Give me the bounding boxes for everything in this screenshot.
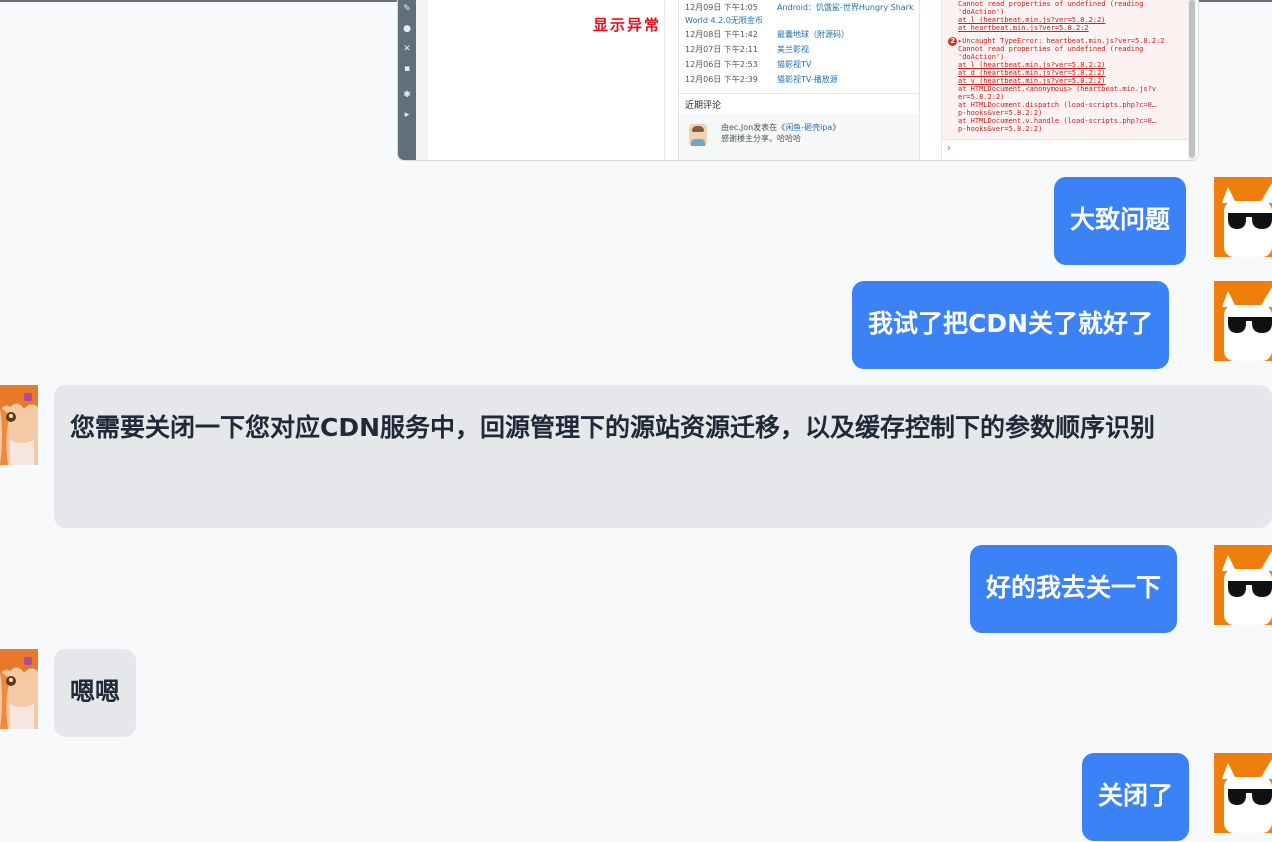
error-count-badge: 2 (948, 37, 957, 46)
console-line[interactable]: at l (heartbeat.min.js?ver=5.8.2:2) (958, 61, 1106, 69)
wrench-icon: ✕ (403, 44, 411, 54)
console-line[interactable]: at l (heartbeat.min.js?ver=5.8.2:2) (958, 16, 1106, 24)
user-avatar[interactable] (1214, 177, 1272, 257)
activity-link[interactable]: 最囊地球（附源码） (777, 29, 849, 41)
cat-sunglasses-icon (1214, 753, 1272, 833)
pin-icon: ✎ (403, 4, 411, 14)
agent-message: 嗯嗯 (54, 649, 137, 737)
scrollbar-thumb[interactable] (1189, 0, 1195, 158)
comment-body: 感谢楼主分享。哈哈哈 (721, 134, 801, 143)
console-line: 'doAction') (958, 53, 1005, 61)
activity-date: 12月06日 下午2:39 (685, 75, 758, 84)
cat-sunglasses-icon (1214, 177, 1272, 257)
wp-admin-sidebar: ✎ ● ✕ ▪ ✱ ▸ (398, 0, 416, 160)
activity-row: 12月08日 下午1:42 最囊地球（附源码） (685, 29, 913, 41)
user-message: 关闭了 (1082, 753, 1190, 841)
user-message: 大致问题 (1054, 177, 1187, 265)
console-line: Cannot read properties of undefined (rea… (958, 45, 1144, 53)
comment-item: 由ec.Jon发表在《闲鱼-砸壳ipa》 感谢楼主分享。哈哈哈 (679, 114, 919, 160)
activity-date: 12月06日 下午2:53 (685, 60, 758, 69)
activity-date: 12月08日 下午1:42 (685, 30, 758, 39)
comment-post-link[interactable]: 闲鱼-砸壳ipa (785, 123, 832, 132)
user-icon: ● (403, 24, 411, 34)
activity-link[interactable]: Android：饥饿鲨-世界Hungry Shark (777, 2, 914, 14)
console-line[interactable]: at heartbeat.min.js?ver=5.8.2:2 (958, 24, 1089, 32)
console-line[interactable]: at HTMLDocument.<anonymous> (heartbeat.m… (958, 85, 1156, 93)
attached-screenshot[interactable]: ✎ ● ✕ ▪ ✱ ▸ 显示异常 12月09日 下午1:05 Android：饥… (398, 0, 1198, 160)
comment-text: 由ec.Jon发表在《闲鱼-砸壳ipa》 感谢楼主分享。哈哈哈 (721, 122, 840, 144)
annotation-text: 显示异常 (593, 16, 662, 34)
console-line: p-hooks&ver=5.8.2:2) (958, 109, 1043, 117)
console-prompt-icon: › (947, 143, 951, 154)
activity-link[interactable]: 猫影视TV (777, 59, 811, 71)
console-line[interactable]: at HTMLDocument.v.handle (load-scripts.p… (958, 117, 1156, 125)
user-message: 好的我去关一下 (970, 545, 1178, 633)
recent-comments-title: 近期评论 (685, 101, 722, 111)
agent-avatar[interactable] (0, 385, 38, 465)
console-input[interactable]: › (942, 139, 1188, 160)
activity-link-continued[interactable]: World 4.2.0无限金币 (685, 15, 763, 26)
commenter-avatar (689, 124, 707, 146)
console-line: Cannot read properties of undefined (rea… (958, 0, 1144, 8)
console-line: er=5.8.2:2) (958, 93, 1005, 101)
activity-date: 12月09日 下午1:05 (685, 3, 758, 12)
activity-date: 12月07日 下午2:11 (685, 45, 758, 54)
anime-girl-icon (0, 649, 38, 729)
devtools-console: Cannot read properties of undefined (rea… (941, 0, 1189, 160)
activity-link[interactable]: 美兰影视 (777, 44, 809, 56)
console-line: p-hooks&ver=5.8.2:2) (958, 125, 1043, 133)
user-avatar[interactable] (1214, 545, 1272, 625)
user-message: 我试了把CDN关了就好了 (852, 281, 1170, 369)
comment-prefix: 由ec.Jon发表在《 (721, 123, 786, 132)
console-line[interactable]: at v (heartbeat.min.js?ver=5.8.2:2) (958, 77, 1106, 85)
user-avatar[interactable] (1214, 753, 1272, 833)
user-avatar[interactable] (1214, 281, 1272, 361)
comment-suffix: 》 (832, 123, 841, 132)
left-panel: 显示异常 (428, 0, 665, 160)
console-error-line: ▸Uncaught TypeError: heartbeat.min.js?ve… (958, 37, 1165, 45)
activity-row: 12月09日 下午1:05 Android：饥饿鲨-世界Hungry Shark (685, 2, 914, 14)
console-line[interactable]: at HTMLDocument.dispatch (load-scripts.p… (958, 101, 1156, 109)
console-line[interactable]: at d (heartbeat.min.js?ver=5.8.2:2) (958, 69, 1106, 77)
activity-row: 12月06日 下午2:39 猫影视TV-播放源 (685, 74, 913, 86)
activity-link[interactable]: 猫影视TV-播放源 (777, 74, 838, 86)
console-line: 'doAction') (958, 8, 1005, 16)
anime-girl-icon (0, 385, 38, 465)
card-icon: ▪ (403, 64, 411, 74)
cat-sunglasses-icon (1214, 545, 1272, 625)
agent-avatar[interactable] (0, 649, 38, 729)
screenshot-scrollbar[interactable] (1188, 0, 1196, 160)
section-divider (679, 93, 919, 94)
cat-sunglasses-icon (1214, 281, 1272, 361)
activity-panel: 12月09日 下午1:05 Android：饥饿鲨-世界Hungry Shark… (678, 0, 920, 160)
activity-row: 12月07日 下午2:11 美兰影视 (685, 44, 913, 56)
activity-row: 12月06日 下午2:53 猫影视TV (685, 59, 913, 71)
settings-icon: ✱ (403, 90, 411, 100)
sidebar-gap (416, 0, 428, 160)
play-icon: ▸ (404, 110, 410, 120)
agent-message: 您需要关闭一下您对应CDN服务中，回源管理下的源站资源迁移，以及缓存控制下的参数… (54, 385, 1272, 528)
